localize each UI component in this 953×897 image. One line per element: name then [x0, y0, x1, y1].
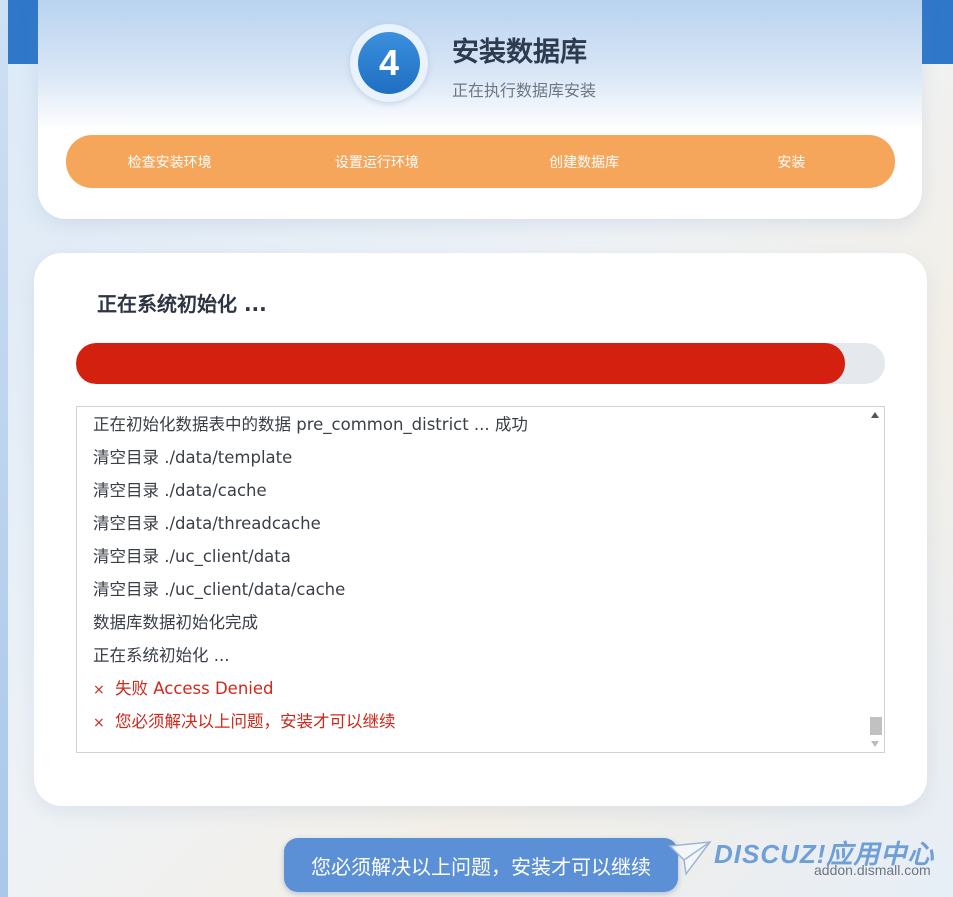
install-header: 4 安装数据库 正在执行数据库安装 检查安装环境 设置运行环境 创建数据库 安装 [38, 0, 922, 219]
step-badge: 4 [350, 24, 428, 102]
step-create-database: 创建数据库 [549, 154, 620, 171]
paper-plane-icon [668, 841, 712, 876]
install-progress-card: 正在系统初始化 ... 正在初始化数据表中的数据 pre_common_dist… [34, 253, 927, 806]
install-steps-bar: 检查安装环境 设置运行环境 创建数据库 安装 [66, 135, 895, 188]
log-line-text: 正在系统初始化 ... [93, 646, 230, 665]
log-line: 清空目录 ./data/threadcache [93, 512, 853, 545]
progress-bar [76, 343, 885, 384]
log-line-error: × 失败 Access Denied [93, 677, 853, 710]
step-setup-environment: 设置运行环境 [334, 154, 419, 171]
log-scrollbar[interactable] [868, 407, 884, 752]
log-line: 正在系统初始化 ... [93, 644, 853, 677]
log-line-error: × 您必须解决以上问题，安装才可以继续 [93, 710, 853, 743]
log-line-text: 清空目录 ./uc_client/data/cache [93, 580, 346, 599]
install-log[interactable]: 正在初始化数据表中的数据 pre_common_district ... 成功清… [76, 406, 885, 753]
log-line: 清空目录 ./uc_client/data [93, 545, 853, 578]
left-edge-decoration [0, 0, 8, 897]
log-line-text: 您必须解决以上问题，安装才可以继续 [115, 712, 396, 731]
log-line-text: 失败 Access Denied [115, 679, 274, 698]
error-x-icon: × [93, 715, 105, 731]
scroll-down-arrow-icon[interactable] [871, 741, 879, 747]
step-number: 4 [358, 32, 420, 94]
log-line: 数据库数据初始化完成 [93, 611, 853, 644]
discuz-watermark: DISCUZ!应用中心 addon.dismall.com [668, 834, 948, 882]
progress-title: 正在系统初始化 ... [97, 292, 267, 316]
log-line-text: 清空目录 ./data/template [93, 448, 293, 467]
log-line-text: 清空目录 ./data/threadcache [93, 514, 321, 533]
scroll-up-arrow-icon[interactable] [871, 412, 879, 418]
step-install: 安装 [777, 154, 806, 171]
step-check-environment: 检查安装环境 [127, 154, 212, 171]
log-lines: 正在初始化数据表中的数据 pre_common_district ... 成功清… [93, 413, 853, 743]
watermark-site: addon.dismall.com [814, 862, 931, 878]
log-line-text: 数据库数据初始化完成 [93, 613, 258, 632]
log-line-text: 正在初始化数据表中的数据 pre_common_district ... 成功 [93, 415, 528, 434]
log-line: 清空目录 ./data/cache [93, 479, 853, 512]
error-x-icon: × [93, 682, 105, 698]
scroll-thumb[interactable] [870, 717, 882, 735]
progress-fill [76, 343, 846, 384]
log-line-text: 清空目录 ./uc_client/data [93, 547, 291, 566]
error-toast: 您必须解决以上问题，安装才可以继续 [284, 838, 678, 892]
log-line: 清空目录 ./uc_client/data/cache [93, 578, 853, 611]
step-title: 安装数据库 [452, 37, 587, 68]
log-line: 清空目录 ./data/template [93, 446, 853, 479]
log-line: 正在初始化数据表中的数据 pre_common_district ... 成功 [93, 413, 853, 446]
step-subtitle: 正在执行数据库安装 [452, 81, 597, 100]
log-line-text: 清空目录 ./data/cache [93, 481, 267, 500]
